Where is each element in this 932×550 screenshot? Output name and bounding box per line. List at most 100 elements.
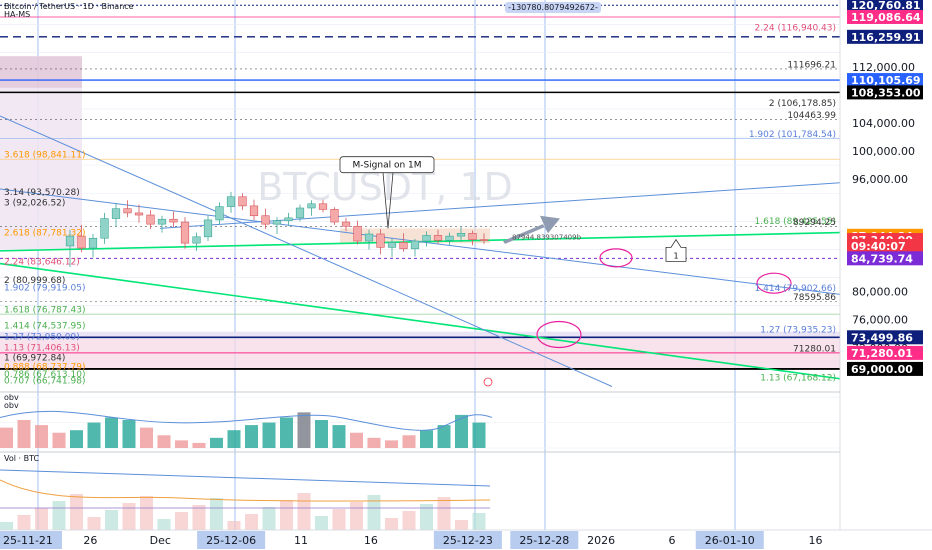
fib-label-left: 2.24 (83,646.12) [4,258,80,268]
price-tick: 100,000.00 [852,145,915,158]
price-badge-text: 84,739.74 [851,252,913,265]
candle-body [226,196,236,207]
volume-bar [245,514,258,530]
volume-bar [315,516,328,530]
candle-body [157,218,167,225]
volume-bar [297,493,311,530]
obv-bar [122,420,136,448]
fib-label-right: 2 (106,178.85) [769,99,836,109]
volume-bar [105,510,118,530]
time-tick[interactable]: 25-12-23 [443,534,493,547]
fib-label-right: 1.13 (67,168.12) [760,373,836,383]
obv-bar [35,425,48,448]
fib-label-left: 3 (92,026.52) [4,199,65,209]
range-box-left [0,87,82,250]
candle-body [192,236,201,244]
time-tick[interactable]: 16 [364,534,378,547]
candle-body [479,239,489,241]
candle-body [284,217,293,221]
volume-bar [367,495,381,530]
time-tick[interactable]: 25-12-06 [206,534,256,547]
volume-bar [472,513,486,530]
price-tick: 96,000.00 [852,173,908,186]
time-tick[interactable]: 26-01-10 [705,534,755,547]
time-axis[interactable]: 25-11-21 26 Dec 25-12-06 11 16 25-12-23 25-12-2… [0,529,932,550]
price-badge-text: 116,259.91 [851,31,921,44]
fib-label-right: 2.24 (116,940.43) [755,24,836,34]
obv-bar [17,420,31,448]
price-tick: 104,000.00 [852,117,915,130]
fib-label-left: 2.618 (87,781.32) [4,228,85,238]
candle-body [180,221,190,244]
time-tick[interactable]: 25-12-28 [519,534,569,547]
obv-bar [420,430,433,448]
time-tick[interactable]: 16 [809,534,823,547]
indicator-label: HA-MS [4,10,30,19]
time-tick[interactable]: 11 [294,534,308,547]
volume-bar [157,519,171,530]
time-tick[interactable]: 6 [668,534,675,547]
volume-bar [175,512,188,530]
time-tick[interactable]: Dec [150,534,171,547]
volume-bar [70,494,83,530]
volume-bar [402,511,416,530]
range-box-top [0,56,82,88]
price-badge-text: 71,280.01 [851,347,913,360]
fib-label-left: 1.618 (76,787.43) [4,306,85,316]
time-tick[interactable]: 25-11-21 [3,534,53,547]
volume-bar [227,521,241,530]
price-tick: 112,000.00 [852,61,915,74]
candle-body [456,232,466,237]
candle-body [433,235,443,241]
candle-body [238,196,247,207]
fib-label-left: 0.707 (66,741.98) [4,376,85,386]
candle-body [123,208,132,214]
fib-label-right: 104463.99 [787,111,836,121]
obv-bar [227,430,241,448]
fib-label-right: 1.27 (73,935.23) [760,326,836,336]
candle-body [307,203,316,209]
volume-bar [0,522,13,530]
volume-bar [455,520,468,530]
volume-bar [122,503,136,530]
chart-canvas[interactable]: BTCUSDT, 1D M-Signal on 1M87944.83930740… [0,0,932,550]
fib-label-right: 78595.86 [793,293,836,303]
obv-bar [437,425,451,448]
center-price-label: -130780.8079492672- [508,3,598,12]
candle-body [445,235,454,241]
support-band [0,338,840,369]
signal-label: M-Signal on 1M [352,161,421,171]
price-badge-text: 69,000.00 [851,363,913,376]
marker-label: 1 [673,252,678,261]
obv-bar [175,440,188,448]
time-tick[interactable]: 2026 [587,534,615,547]
candle-body [88,237,98,249]
candle-body [261,215,270,225]
volume-bar [52,501,66,530]
price-badge-text: 110,105.69 [851,74,921,87]
volume-bar [140,496,153,530]
mid-price-label: 87944.839307409b [512,234,582,242]
volume-bar [17,515,31,530]
candle-body [330,209,339,223]
candle-body [341,221,351,227]
volume-bar [437,497,451,530]
time-tick[interactable]: 26 [83,534,97,547]
obv-bar [87,422,101,448]
fib-label-right: 89294.25 [793,218,836,228]
obv-label: obv [4,401,19,410]
candle-body [376,233,385,248]
volume-label: Vol · BTC [4,454,40,463]
candle-body [203,219,213,238]
obv-bar [385,440,398,448]
candle-body [353,225,362,242]
candle-body [399,242,408,250]
obv-bar [472,422,486,448]
candle-body [169,218,178,223]
fib-label-right: 111696.21 [787,60,836,70]
volume-bar [262,507,276,530]
obv-bar [315,420,328,448]
price-tick: 76,000.00 [852,314,908,327]
fib-label-left: 1.13 (71,406.13) [4,344,80,354]
price-badge-text: 73,499.86 [851,331,913,344]
